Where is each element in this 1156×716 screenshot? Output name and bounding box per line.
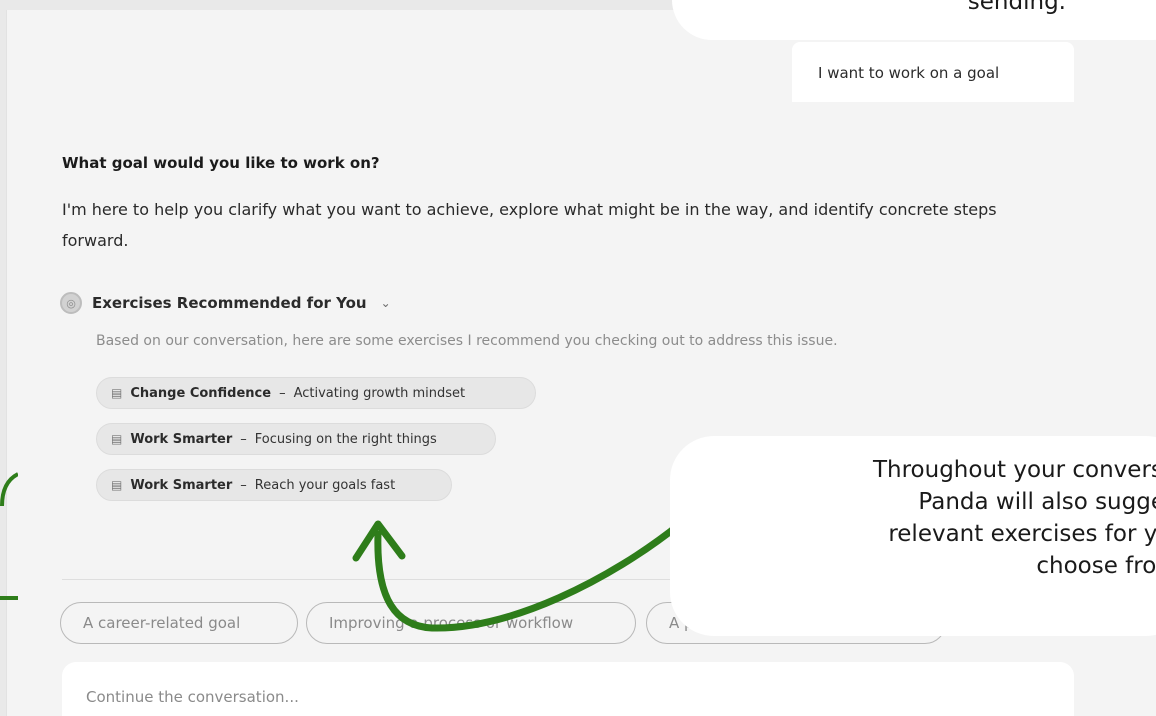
exercise-name: Focusing on the right things [254,431,437,447]
exercise-name: Activating growth mindset [293,385,466,401]
callout-line: Panda will also suggest [918,489,1156,515]
annotation-callout-bottom: Throughout your conversat Panda will als… [670,436,1156,636]
exercise-chip[interactable]: ▤ Change Confidence – Activating growth … [96,377,536,409]
user-message-bubble: I want to work on a goal [792,42,1074,102]
chevron-down-icon: ⌄ [380,296,391,310]
chat-bubble-icon: ▤ [111,478,123,492]
message-input[interactable] [86,688,986,706]
suggestion-pill[interactable]: A career-related goal [60,602,298,644]
exercise-name: Reach your goals fast [254,477,396,493]
exercise-category: Change Confidence [130,385,272,401]
composer [62,662,1074,716]
exercise-category: Work Smarter [130,477,233,493]
chat-bubble-icon: ▤ [111,386,123,400]
exercise-separator: – [240,431,247,447]
chat-bubble-icon: ▤ [111,432,123,446]
exercise-chip[interactable]: ▤ Work Smarter – Reach your goals fast [96,469,452,501]
callout-line: Throughout your conversat [872,457,1156,483]
recommendations-description: Based on our conversation, here are some… [96,333,838,349]
exercise-separator: – [240,477,247,493]
callout-line: choose from. [1036,553,1156,579]
suggestion-label: A career-related goal [83,614,241,632]
exercise-category: Work Smarter [130,431,233,447]
user-message-text: I want to work on a goal [818,64,1000,82]
annotation-arrow [352,520,684,632]
annotation-bracket [0,472,18,600]
exercise-separator: – [279,385,286,401]
compass-icon: ◎ [60,292,82,314]
callout-top-text: sending. [967,0,1066,15]
recommendations-title: Exercises Recommended for You [92,294,367,312]
callout-line: relevant exercises for you [888,521,1156,547]
annotation-callout-top: sending. [672,0,1156,40]
assistant-body: I'm here to help you clarify what you wa… [62,200,997,250]
exercise-chip[interactable]: ▤ Work Smarter – Focusing on the right t… [96,423,496,455]
assistant-question: What goal would you like to work on? [62,154,380,172]
recommendations-toggle[interactable]: ◎ Exercises Recommended for You ⌄ [60,292,391,314]
